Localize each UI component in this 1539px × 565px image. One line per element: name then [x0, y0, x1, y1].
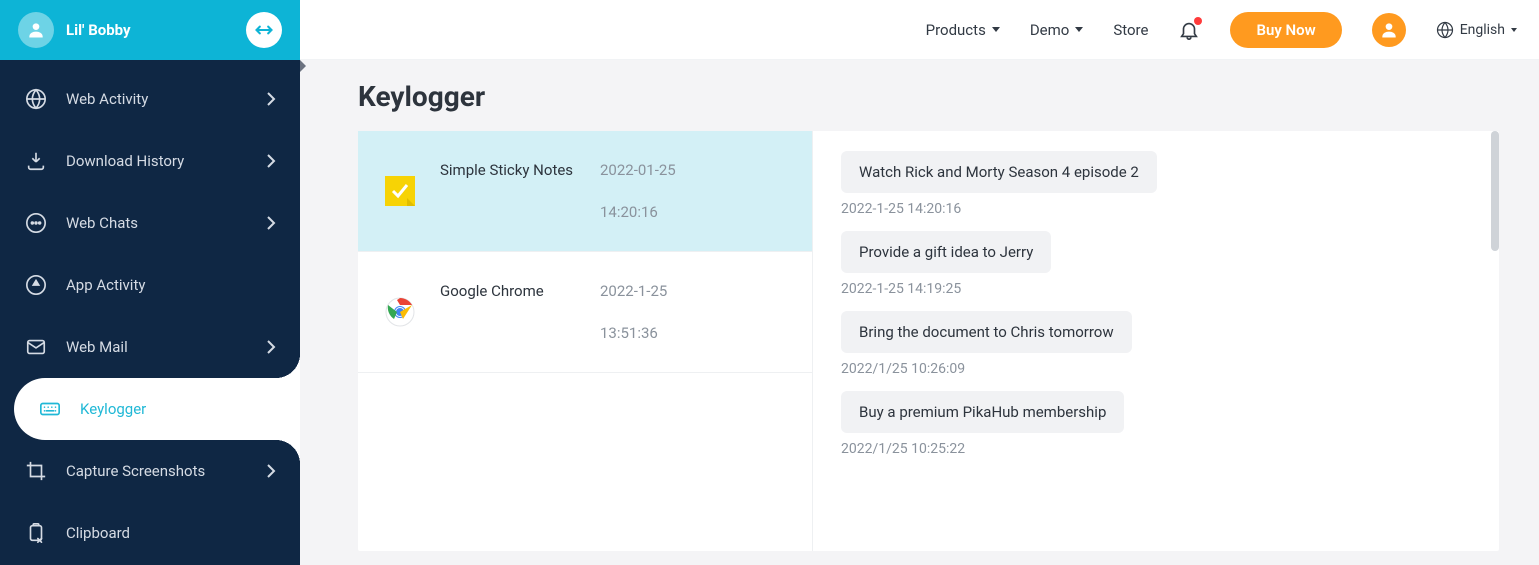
account-avatar-button[interactable]: [1372, 13, 1406, 47]
app-meta: Google Chrome 2022-1-25 13:51:36: [440, 282, 790, 342]
language-label: English: [1460, 22, 1505, 38]
switch-profile-button[interactable]: [246, 12, 282, 48]
sidebar-item-label: Keylogger: [80, 400, 276, 418]
sticky-notes-icon: [380, 171, 420, 211]
sidebar-item-label: Web Mail: [66, 338, 248, 356]
log-entry: Provide a gift idea to Jerry 2022-1-25 1…: [841, 231, 1471, 297]
profile-avatar[interactable]: [18, 12, 54, 48]
nav-store-label: Store: [1113, 21, 1148, 39]
log-timestamp: 2022/1/25 10:26:09: [841, 361, 1471, 377]
app-row[interactable]: Google Chrome 2022-1-25 13:51:36: [358, 252, 812, 373]
sidebar-item-label: Clipboard: [66, 524, 276, 542]
sidebar-item-label: Capture Screenshots: [66, 462, 248, 480]
sidebar-item-capture-screenshots[interactable]: Capture Screenshots: [0, 440, 300, 502]
buy-now-button[interactable]: Buy Now: [1230, 12, 1341, 48]
sidebar-header: Lil' Bobby: [0, 0, 300, 60]
log-text: Watch Rick and Morty Season 4 episode 2: [841, 151, 1157, 193]
log-entry: Buy a premium PikaHub membership 2022/1/…: [841, 391, 1471, 457]
user-icon: [26, 20, 46, 40]
sidebar-item-web-activity[interactable]: Web Activity: [0, 68, 300, 130]
log-timestamp: 2022-1-25 14:19:25: [841, 281, 1471, 297]
log-text: Buy a premium PikaHub membership: [841, 391, 1124, 433]
log-list: Watch Rick and Morty Season 4 episode 2 …: [813, 131, 1499, 551]
nav-products-label: Products: [926, 21, 986, 39]
chevron-down-icon: [992, 27, 1000, 32]
notifications-button[interactable]: [1178, 19, 1200, 41]
user-icon: [1379, 20, 1399, 40]
sidebar-item-label: Download History: [66, 152, 248, 170]
globe-icon: [1436, 21, 1454, 39]
sidebar-item-clipboard[interactable]: Clipboard: [0, 502, 300, 564]
sidebar-item-keylogger[interactable]: Keylogger: [14, 378, 300, 440]
notification-dot: [1194, 17, 1202, 25]
app-icon: [24, 273, 48, 297]
nav-store[interactable]: Store: [1113, 21, 1148, 39]
sidebar-nav: Web Activity Download History Web Chats …: [0, 60, 300, 564]
log-text: Provide a gift idea to Jerry: [841, 231, 1051, 273]
chevron-right-icon: [266, 340, 276, 354]
nav-demo-label: Demo: [1030, 21, 1070, 39]
sidebar-item-web-mail[interactable]: Web Mail: [0, 316, 300, 378]
scrollbar[interactable]: [1491, 131, 1499, 251]
nav-products[interactable]: Products: [926, 21, 1000, 39]
app-row[interactable]: Simple Sticky Notes 2022-01-25 14:20:16: [358, 131, 812, 252]
sidebar-item-download-history[interactable]: Download History: [0, 130, 300, 192]
app-time: 14:20:16: [600, 203, 676, 221]
sidebar-item-app-activity[interactable]: App Activity: [0, 254, 300, 316]
content: Keylogger Simple Sticky Notes 2022-01-25…: [300, 60, 1539, 565]
sidebar-item-label: Web Activity: [66, 90, 248, 108]
clipboard-icon: [24, 521, 48, 545]
log-text: Bring the document to Chris tomorrow: [841, 311, 1132, 353]
keyboard-icon: [38, 397, 62, 421]
mail-icon: [24, 335, 48, 359]
log-entry: Bring the document to Chris tomorrow 202…: [841, 311, 1471, 377]
app-name: Google Chrome: [440, 282, 600, 342]
sidebar-item-web-chats[interactable]: Web Chats: [0, 192, 300, 254]
app-date: 2022-1-25: [600, 282, 667, 300]
chevron-right-icon: [266, 154, 276, 168]
log-entry: Watch Rick and Morty Season 4 episode 2 …: [841, 151, 1471, 217]
page-title: Keylogger: [358, 80, 1499, 113]
app-times: 2022-01-25 14:20:16: [600, 161, 676, 221]
chevron-right-icon: [266, 216, 276, 230]
chevron-right-icon: [266, 464, 276, 478]
nav-demo[interactable]: Demo: [1030, 21, 1084, 39]
sidebar-item-label: Web Chats: [66, 214, 248, 232]
app-date: 2022-01-25: [600, 161, 676, 179]
chat-icon: [24, 211, 48, 235]
chrome-icon: [380, 292, 420, 332]
log-timestamp: 2022/1/25 10:25:22: [841, 441, 1471, 457]
sidebar-collapse-handle[interactable]: [300, 60, 306, 72]
keylogger-panel: Simple Sticky Notes 2022-01-25 14:20:16 …: [358, 131, 1499, 551]
app-meta: Simple Sticky Notes 2022-01-25 14:20:16: [440, 161, 790, 221]
app-list: Simple Sticky Notes 2022-01-25 14:20:16 …: [358, 131, 813, 551]
sidebar: Lil' Bobby Web Activity Download History…: [0, 0, 300, 565]
caret-down-icon: [1511, 28, 1517, 32]
main-area: Products Demo Store Buy Now English Keyl…: [300, 0, 1539, 565]
app-times: 2022-1-25 13:51:36: [600, 282, 667, 342]
language-selector[interactable]: English: [1436, 21, 1517, 39]
sidebar-item-label: App Activity: [66, 276, 276, 294]
log-timestamp: 2022-1-25 14:20:16: [841, 201, 1471, 217]
app-time: 13:51:36: [600, 324, 667, 342]
app-name: Simple Sticky Notes: [440, 161, 600, 221]
topbar: Products Demo Store Buy Now English: [300, 0, 1539, 60]
globe-icon: [24, 87, 48, 111]
profile-name: Lil' Bobby: [66, 21, 234, 39]
crop-icon: [24, 459, 48, 483]
swap-icon: [254, 20, 274, 40]
download-icon: [24, 149, 48, 173]
chevron-right-icon: [266, 92, 276, 106]
chevron-down-icon: [1075, 27, 1083, 32]
